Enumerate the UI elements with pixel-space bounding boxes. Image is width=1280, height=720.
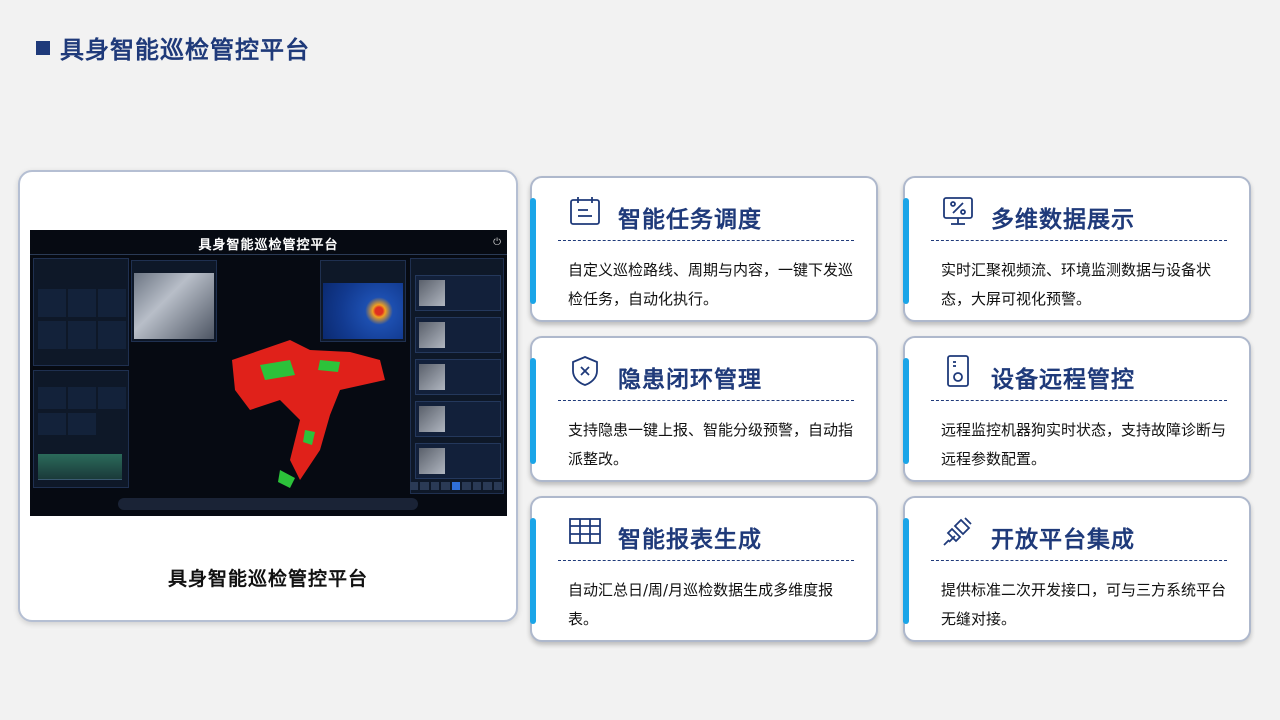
alert-item[interactable]: [415, 401, 501, 437]
feature-description: 自动汇总日/周/月巡检数据生成多维度报表。: [568, 581, 834, 628]
feature-card-platform-integration: 开放平台集成 提供标准二次开发接口，可与三方系统平台无缝对接。: [903, 496, 1251, 642]
dashed-divider: [931, 240, 1227, 241]
monitor-percent-icon: [941, 194, 975, 228]
stat-box: [38, 321, 66, 349]
page-title: 具身智能巡检管控平台: [36, 30, 310, 65]
alert-thumbnail: [419, 322, 445, 348]
title-bullet-square: [36, 40, 50, 55]
dashed-divider: [931, 560, 1227, 561]
point-cloud-map: [232, 340, 385, 488]
dashboard-screenshot: 具身智能巡检管控平台 ⏻: [30, 230, 507, 516]
power-icon: ⏻: [493, 237, 501, 248]
alert-item[interactable]: [415, 275, 501, 311]
feature-title: 设备远程管控: [991, 367, 1135, 393]
alert-item[interactable]: [415, 359, 501, 395]
feature-description: 支持隐患一键上报、智能分级预警，自动指派整改。: [568, 421, 854, 468]
feature-card-hazard-management: 隐患闭环管理 支持隐患一键上报、智能分级预警，自动指派整改。: [530, 336, 878, 482]
feature-description: 自定义巡检路线、周期与内容，一键下发巡检任务，自动化执行。: [568, 261, 854, 308]
visible-camera-panel: [131, 260, 217, 342]
stat-box: [38, 289, 66, 317]
trend-mini-chart: [38, 454, 122, 480]
card-accent-bar: [903, 518, 909, 624]
ai-alert-panel: [410, 258, 504, 494]
dashed-divider: [558, 240, 854, 241]
card-accent-bar: [530, 518, 536, 624]
feature-title: 多维数据展示: [991, 207, 1135, 233]
dashboard-header-divider: [30, 254, 507, 255]
stat-box: [38, 387, 66, 409]
camera-feed-image: [134, 273, 214, 339]
stat-box: [98, 321, 126, 349]
feature-card-data-display: 多维数据展示 实时汇聚视频流、环境监测数据与设备状态，大屏可视化预警。: [903, 176, 1251, 322]
dashed-divider: [558, 560, 854, 561]
stat-box: [98, 289, 126, 317]
remote-device-icon: [941, 354, 975, 388]
calendar-icon: [568, 194, 602, 228]
feature-card-remote-control: 设备远程管控 远程监控机器狗实时状态，支持故障诊断与远程参数配置。: [903, 336, 1251, 482]
alert-thumbnail: [419, 448, 445, 474]
alert-thumbnail: [419, 364, 445, 390]
feature-title: 智能任务调度: [618, 207, 762, 233]
alert-item[interactable]: [415, 317, 501, 353]
alert-thumbnail: [419, 406, 445, 432]
card-accent-bar: [903, 198, 909, 304]
page-title-text: 具身智能巡检管控平台: [60, 36, 310, 64]
feature-title: 隐患闭环管理: [618, 367, 762, 393]
alert-pagination[interactable]: [410, 482, 502, 490]
card-accent-bar: [903, 358, 909, 464]
shield-x-icon: [568, 354, 602, 388]
stat-box: [68, 321, 96, 349]
table-grid-icon: [568, 514, 602, 548]
stat-box: [68, 413, 96, 435]
feature-title: 智能报表生成: [618, 527, 762, 553]
stat-box: [38, 413, 66, 435]
dashed-divider: [931, 400, 1227, 401]
feature-card-report-generation: 智能报表生成 自动汇总日/周/月巡检数据生成多维度报表。: [530, 496, 878, 642]
stat-box: [68, 387, 96, 409]
platform-showcase-card: 具身智能巡检管控平台 ⏻ 具身智能巡检管控平台: [18, 170, 518, 622]
feature-description: 实时汇聚视频流、环境监测数据与设备状态，大屏可视化预警。: [941, 261, 1212, 308]
showcase-caption: 具身智能巡检管控平台: [167, 568, 368, 590]
feature-description: 远程监控机器狗实时状态，支持故障诊断与远程参数配置。: [941, 421, 1227, 468]
stat-box: [68, 289, 96, 317]
feature-title: 开放平台集成: [991, 527, 1135, 553]
feature-description: 提供标准二次开发接口，可与三方系统平台无缝对接。: [941, 581, 1227, 628]
card-accent-bar: [530, 358, 536, 464]
robot-info-panel: [33, 258, 129, 366]
stat-box: [98, 387, 126, 409]
card-accent-bar: [530, 198, 536, 304]
dashed-divider: [558, 400, 854, 401]
dashboard-title: 具身智能巡检管控平台: [198, 238, 339, 253]
plug-connect-icon: [941, 514, 975, 548]
alert-thumbnail: [419, 280, 445, 306]
feature-card-task-scheduling: 智能任务调度 自定义巡检路线、周期与内容，一键下发巡检任务，自动化执行。: [530, 176, 878, 322]
alert-item[interactable]: [415, 443, 501, 479]
control-toolbar[interactable]: [118, 498, 418, 510]
